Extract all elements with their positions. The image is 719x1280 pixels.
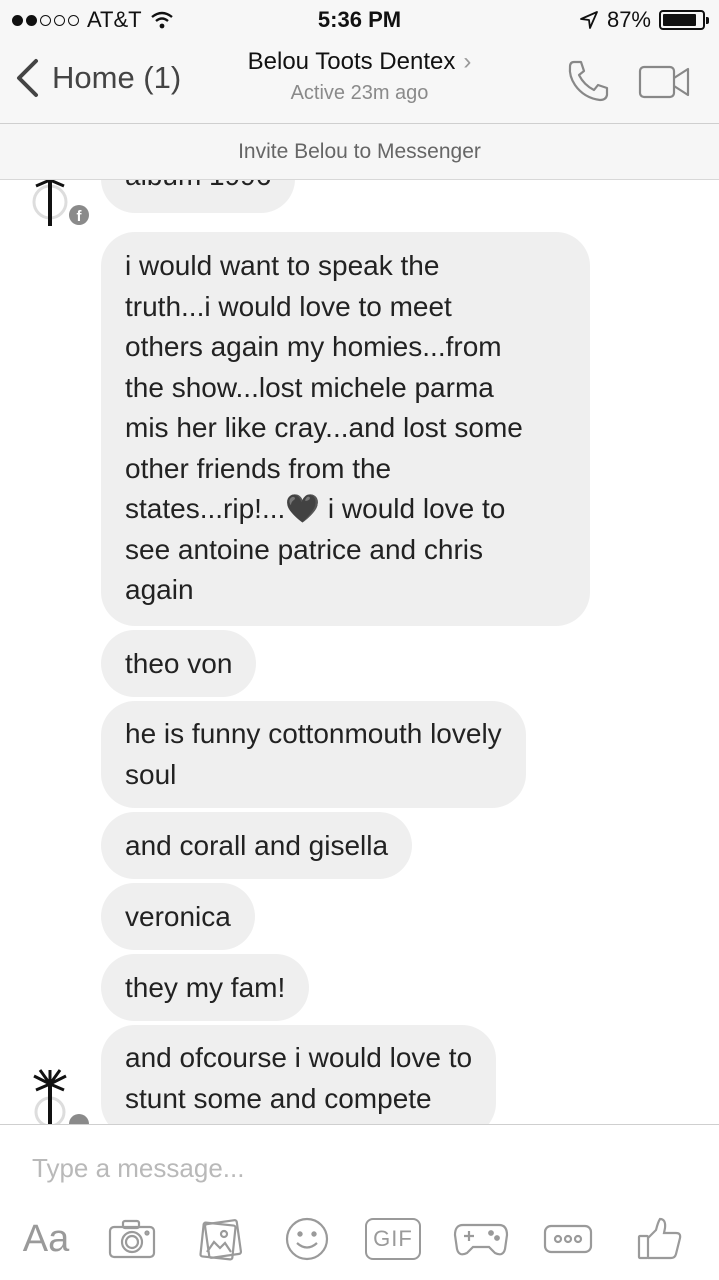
message-bubble[interactable]: album 1996 [101, 180, 296, 213]
conversation-header: Home (1) Belou Toots Dentex › Active 23m … [0, 40, 719, 124]
smiley-icon[interactable] [282, 1211, 332, 1267]
location-arrow-icon [580, 11, 598, 29]
phone-icon[interactable] [566, 58, 612, 104]
message-bubble[interactable]: they my fam! [101, 954, 310, 1021]
battery-icon [659, 10, 709, 30]
camera-icon[interactable] [104, 1211, 160, 1267]
contact-name: Belou Toots Dentex [247, 48, 456, 75]
more-icon[interactable] [542, 1211, 594, 1267]
gamepad-icon[interactable] [452, 1211, 510, 1267]
message-bubble[interactable]: and ofcourse i would love to stunt some … [101, 1025, 497, 1124]
gif-label: GIF [365, 1218, 421, 1260]
invite-to-messenger-banner[interactable]: Invite Belou to Messenger [0, 124, 719, 180]
contact-avatar[interactable] [30, 1068, 90, 1124]
gif-button[interactable]: GIF [365, 1211, 421, 1267]
message-bubble[interactable]: he is funny cottonmouth lovely soul [101, 701, 526, 808]
message-bubble[interactable]: and corall and gisella [101, 812, 413, 879]
video-camera-icon[interactable] [638, 64, 692, 100]
message-list[interactable]: f album 1996 i would want to speak the t… [0, 180, 719, 1124]
battery-percent: 87% [606, 7, 651, 32]
message-bubble[interactable]: veronica [101, 883, 255, 950]
status-right: 87% [579, 7, 709, 33]
chevron-right-icon: › [463, 48, 472, 75]
thumbs-up-icon[interactable] [634, 1211, 684, 1267]
composer: Type a message... Aa GIF [0, 1124, 719, 1280]
gallery-icon[interactable] [195, 1211, 247, 1267]
status-bar: AT&T 5:36 PM 87% [0, 0, 719, 40]
composer-toolbar: Aa GIF [0, 1211, 719, 1271]
message-bubble[interactable]: theo von [101, 630, 257, 697]
message-bubble[interactable]: i would want to speak the truth...i woul… [101, 232, 590, 626]
message-input[interactable]: Type a message... [32, 1153, 244, 1184]
text-tool-button[interactable]: Aa [18, 1211, 74, 1267]
contact-avatar[interactable]: f [30, 180, 90, 228]
